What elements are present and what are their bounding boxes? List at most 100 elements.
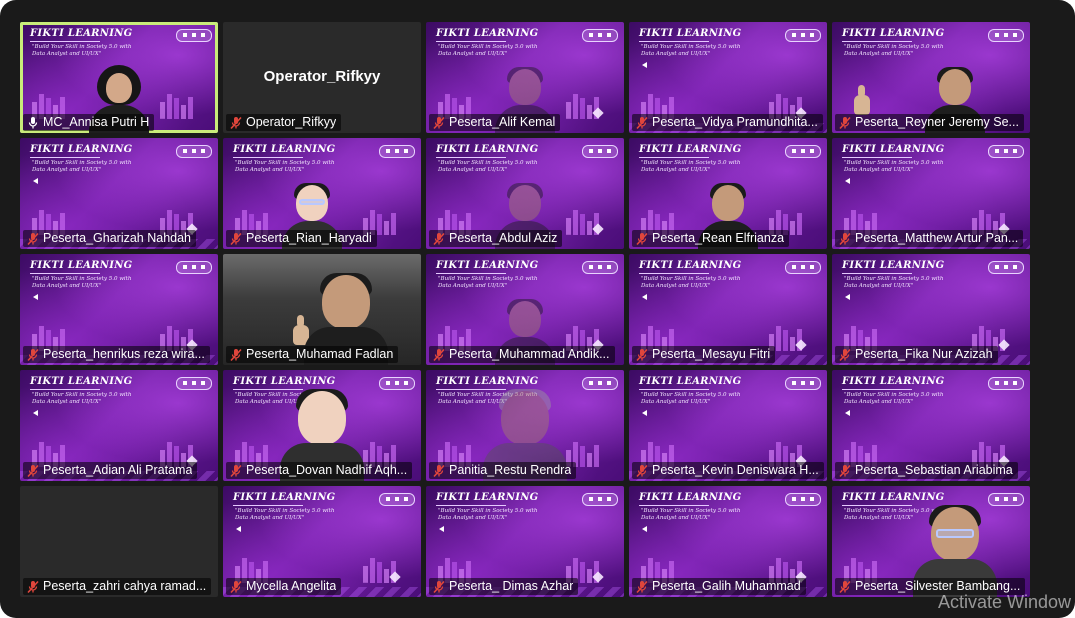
- participant-tile[interactable]: FIKTI LEARNING "Build Your Skill in Soci…: [832, 22, 1030, 133]
- background-tagline: "Build Your Skill in Society 5.0 with Da…: [235, 160, 335, 173]
- mic-muted-icon: [26, 348, 40, 362]
- background-tagline: "Build Your Skill in Society 5.0 with Da…: [235, 508, 335, 521]
- participant-display-name: Operator_Rifkyy: [263, 68, 381, 85]
- participant-tile[interactable]: FIKTI LEARNING "Build Your Skill in Soci…: [629, 254, 827, 365]
- participant-tile[interactable]: FIKTI LEARNING "Build Your Skill in Soci…: [629, 486, 827, 597]
- participant-tile[interactable]: Operator_Rifkyy Operator_Rifkyy: [223, 22, 421, 133]
- participant-tile[interactable]: FIKTI LEARNING "Build Your Skill in Soci…: [629, 370, 827, 481]
- participant-name-label: Peserta_henrikus reza wira...: [23, 346, 210, 363]
- mic-muted-icon: [229, 232, 243, 246]
- background-brand: FIKTI LEARNING: [233, 376, 336, 387]
- background-brand: FIKTI LEARNING: [30, 28, 133, 39]
- background-brand: FIKTI LEARNING: [639, 376, 742, 387]
- background-brand: FIKTI LEARNING: [639, 28, 742, 39]
- participant-name-label: Peserta_Abdul Aziz: [429, 230, 563, 247]
- background-tagline: "Build Your Skill in Society 5.0 with Da…: [438, 508, 538, 521]
- participant-tile[interactable]: FIKTI LEARNING "Build Your Skill in Soci…: [20, 370, 218, 481]
- participant-tile[interactable]: FIKTI LEARNING "Build Your Skill in Soci…: [223, 138, 421, 249]
- logo-badge: [988, 261, 1024, 274]
- logo-badge: [582, 377, 618, 390]
- participant-name-label: Mycella Angelita: [226, 578, 342, 595]
- background-brand: FIKTI LEARNING: [436, 144, 539, 155]
- participant-tile[interactable]: FIKTI LEARNING "Build Your Skill in Soci…: [832, 370, 1030, 481]
- background-tagline: "Build Your Skill in Society 5.0 with Da…: [641, 276, 741, 289]
- participant-name-label: Peserta_ Dimas Azhar: [429, 578, 579, 595]
- logo-badge: [176, 261, 212, 274]
- background-tagline: "Build Your Skill in Society 5.0 with Da…: [32, 44, 132, 57]
- background-brand: FIKTI LEARNING: [436, 260, 539, 271]
- participant-name-label: Peserta_Muhammad Andik...: [429, 346, 615, 363]
- participant-tile[interactable]: Peserta_zahri cahya ramad...: [20, 486, 218, 597]
- participant-tile[interactable]: Peserta_Muhamad Fadlan: [223, 254, 421, 365]
- participant-tile[interactable]: FIKTI LEARNING "Build Your Skill in Soci…: [832, 486, 1030, 597]
- mic-muted-icon: [432, 348, 446, 362]
- mic-muted-icon: [838, 348, 852, 362]
- mic-muted-icon: [26, 232, 40, 246]
- mic-muted-icon: [229, 580, 243, 594]
- participant-tile[interactable]: FIKTI LEARNING "Build Your Skill in Soci…: [426, 370, 624, 481]
- logo-badge: [988, 377, 1024, 390]
- participant-tile[interactable]: FIKTI LEARNING "Build Your Skill in Soci…: [426, 138, 624, 249]
- logo-badge: [176, 145, 212, 158]
- background-tagline: "Build Your Skill in Society 5.0 with Da…: [844, 276, 944, 289]
- participant-tile[interactable]: FIKTI LEARNING "Build Your Skill in Soci…: [223, 370, 421, 481]
- mic-muted-icon: [432, 464, 446, 478]
- background-tagline: "Build Your Skill in Society 5.0 with Da…: [641, 160, 741, 173]
- participant-tile[interactable]: FIKTI LEARNING "Build Your Skill in Soci…: [20, 254, 218, 365]
- logo-badge: [988, 29, 1024, 42]
- participant-name-label: Peserta_zahri cahya ramad...: [23, 578, 212, 595]
- participant-tile[interactable]: FIKTI LEARNING "Build Your Skill in Soci…: [832, 138, 1030, 249]
- participant-tile[interactable]: FIKTI LEARNING "Build Your Skill in Soci…: [20, 22, 218, 133]
- participant-tile[interactable]: FIKTI LEARNING "Build Your Skill in Soci…: [832, 254, 1030, 365]
- mic-muted-icon: [229, 116, 243, 130]
- participant-tile[interactable]: FIKTI LEARNING "Build Your Skill in Soci…: [426, 486, 624, 597]
- background-brand: FIKTI LEARNING: [30, 260, 133, 271]
- background-tagline: "Build Your Skill in Society 5.0 with Da…: [32, 392, 132, 405]
- logo-badge: [785, 261, 821, 274]
- activation-watermark: Activate Window: [937, 592, 1071, 612]
- mic-muted-icon: [635, 116, 649, 130]
- background-tagline: "Build Your Skill in Society 5.0 with Da…: [32, 276, 132, 289]
- mic-muted-icon: [432, 232, 446, 246]
- logo-badge: [582, 29, 618, 42]
- participant-name-label: Peserta_Adian Ali Pratama: [23, 462, 198, 479]
- logo-badge: [988, 493, 1024, 506]
- logo-badge: [379, 377, 415, 390]
- background-tagline: "Build Your Skill in Society 5.0 with Da…: [844, 44, 944, 57]
- participant-tile[interactable]: FIKTI LEARNING "Build Your Skill in Soci…: [629, 22, 827, 133]
- participant-name-label: Peserta_Rian_Haryadi: [226, 230, 377, 247]
- background-brand: FIKTI LEARNING: [233, 492, 336, 503]
- background-brand: FIKTI LEARNING: [639, 144, 742, 155]
- participant-name-label: Peserta_Rean Elfrianza: [632, 230, 790, 247]
- participant-name-label: Peserta_Mesayu Fitri: [632, 346, 776, 363]
- participant-name-label: Peserta_Matthew Artur Pan...: [835, 230, 1024, 247]
- participant-name-label: Peserta_Sebastian Ariabima: [835, 462, 1018, 479]
- background-brand: FIKTI LEARNING: [842, 492, 945, 503]
- background-brand: FIKTI LEARNING: [639, 492, 742, 503]
- logo-badge: [176, 377, 212, 390]
- background-tagline: "Build Your Skill in Society 5.0 with Da…: [641, 508, 741, 521]
- participant-tile[interactable]: FIKTI LEARNING "Build Your Skill in Soci…: [20, 138, 218, 249]
- logo-badge: [379, 145, 415, 158]
- mic-muted-icon: [229, 348, 243, 362]
- participant-tile[interactable]: FIKTI LEARNING "Build Your Skill in Soci…: [426, 22, 624, 133]
- mic-muted-icon: [432, 116, 446, 130]
- background-tagline: "Build Your Skill in Society 5.0 with Da…: [844, 160, 944, 173]
- participant-name-label: Peserta_Fika Nur Azizah: [835, 346, 998, 363]
- mic-muted-icon: [635, 348, 649, 362]
- gallery-grid: FIKTI LEARNING "Build Your Skill in Soci…: [20, 22, 1030, 597]
- logo-badge: [785, 493, 821, 506]
- meeting-window: FIKTI LEARNING "Build Your Skill in Soci…: [0, 0, 1075, 618]
- background-tagline: "Build Your Skill in Society 5.0 with Da…: [641, 44, 741, 57]
- background-brand: FIKTI LEARNING: [639, 260, 742, 271]
- background-brand: FIKTI LEARNING: [30, 144, 133, 155]
- background-brand: FIKTI LEARNING: [436, 492, 539, 503]
- mic-muted-icon: [838, 580, 852, 594]
- participant-tile[interactable]: FIKTI LEARNING "Build Your Skill in Soci…: [223, 486, 421, 597]
- logo-badge: [379, 493, 415, 506]
- participant-tile[interactable]: FIKTI LEARNING "Build Your Skill in Soci…: [629, 138, 827, 249]
- mic-on-icon: [26, 116, 40, 130]
- participant-tile[interactable]: FIKTI LEARNING "Build Your Skill in Soci…: [426, 254, 624, 365]
- logo-badge: [582, 493, 618, 506]
- participant-name-label: Peserta_Vidya Pramundhita...: [632, 114, 823, 131]
